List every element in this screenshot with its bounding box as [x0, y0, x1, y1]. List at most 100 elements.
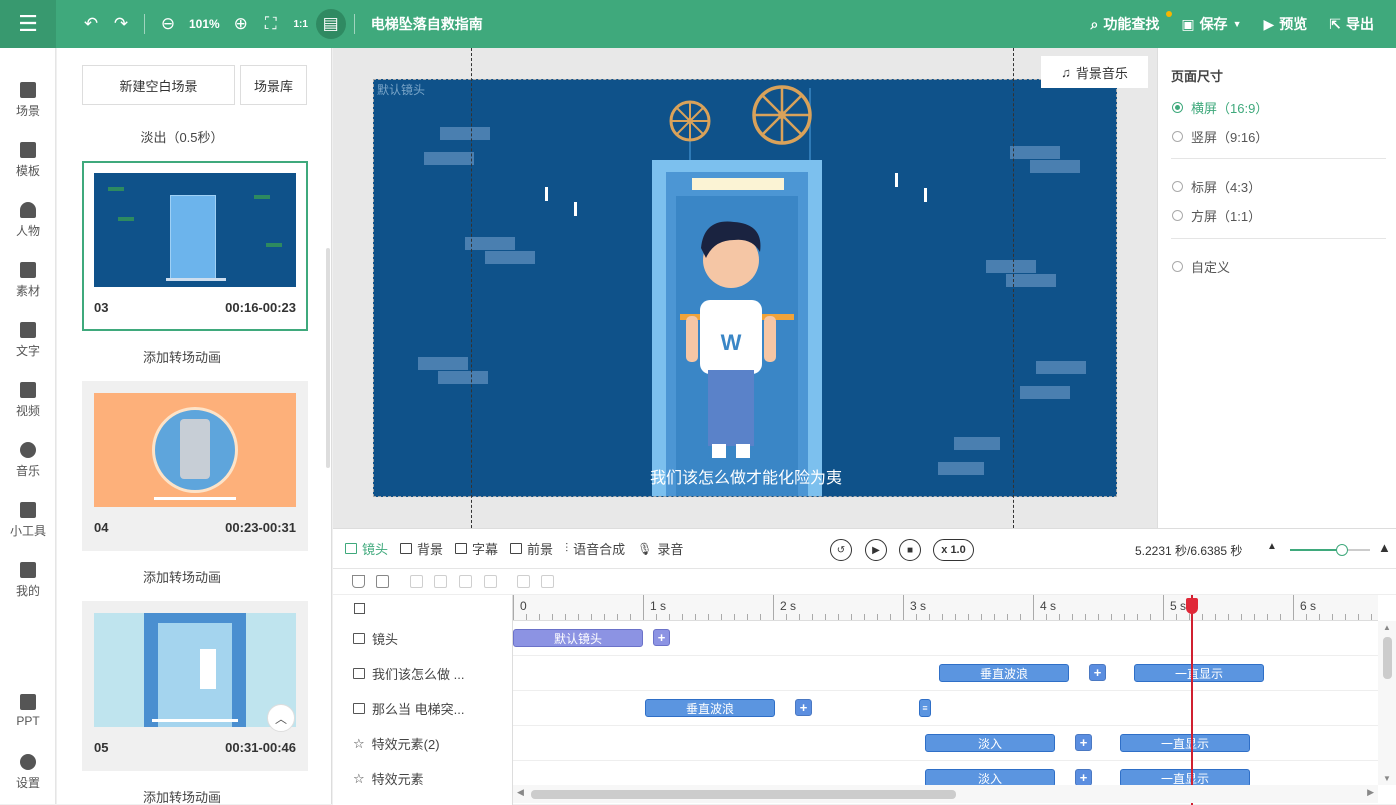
track-label-text-2[interactable]: 那么当 电梯突... [353, 691, 464, 726]
scroll-down-icon[interactable]: ▼ [1383, 774, 1391, 783]
scroll-right-icon[interactable]: ▶ [1367, 787, 1374, 798]
subtitle-caption[interactable]: 我们该怎么做才能化险为夷 [374, 464, 1116, 488]
transition-label[interactable]: 淡出（0.5秒） [57, 127, 307, 146]
feature-search-button[interactable]: ⌕ 功能查找 [1090, 11, 1173, 34]
clip-always-show[interactable]: 一直显示 [1120, 734, 1250, 752]
radio-portrait[interactable]: 竖屏（9:16） [1172, 127, 1268, 146]
background-music-button[interactable]: ♫ 背景音乐 [1041, 56, 1148, 88]
tab-background[interactable]: 背景 [400, 539, 443, 558]
track-label-text-1[interactable]: 我们该怎么做 ... [353, 656, 464, 691]
nav-mine[interactable]: 我的 [0, 562, 56, 599]
add-clip-button[interactable]: + [1075, 769, 1092, 786]
scene-card[interactable]: 04 00:23-00:31 [82, 381, 308, 551]
track-label-effect[interactable]: ☆ 特效元素 [353, 761, 424, 796]
undo-icon[interactable]: ↶ [76, 9, 106, 39]
nav-text[interactable]: 文字 [0, 322, 56, 359]
nav-scene[interactable]: 场景 [0, 82, 56, 119]
scroll-up-icon[interactable]: ▲ [1383, 623, 1391, 632]
timeline-ruler[interactable]: 0 1 s 2 s 3 s 4 s 5 s 6 s [513, 595, 1378, 621]
tab-tts[interactable]: ⫶ 语音合成 [565, 539, 625, 558]
nav-material[interactable]: 素材 [0, 262, 56, 299]
horizontal-scrollbar[interactable]: ◀ ▶ [513, 785, 1378, 803]
track-label-camera[interactable]: 镜头 [353, 621, 398, 656]
nav-tools[interactable]: 小工具 [0, 502, 56, 539]
zoom-in-icon[interactable]: ⊕ [226, 9, 256, 39]
scene-library-button[interactable]: 场景库 [240, 65, 307, 105]
save-label: 保存 [1199, 16, 1228, 32]
ruler-tick [1111, 614, 1112, 620]
track-layout-icon[interactable] [354, 603, 365, 614]
clip-always-show[interactable]: 一直显示 [1134, 664, 1264, 682]
scene-card[interactable]: 05 00:31-00:46 ︿ [82, 601, 308, 771]
zoom-out-icon[interactable]: ⊖ [153, 9, 183, 39]
tab-record[interactable]: 🎙 录音 [637, 539, 683, 558]
add-clip-button[interactable]: + [653, 629, 670, 646]
zoom-slider-knob[interactable] [1336, 544, 1348, 556]
menu-icon[interactable]: ☰ [0, 0, 56, 48]
stage-canvas[interactable]: 默认镜头 W 我们该怎么做才能化险为夷 [373, 79, 1117, 497]
radio-square[interactable]: 方屏（1:1） [1172, 206, 1261, 225]
actual-size-icon[interactable]: 1:1 [286, 9, 316, 39]
add-clip-button[interactable]: + [1075, 734, 1092, 751]
distribute-icon[interactable] [484, 575, 497, 588]
tab-camera[interactable]: 镜头 [345, 539, 388, 558]
new-blank-scene-button[interactable]: 新建空白场景 [82, 65, 235, 105]
ungroup-icon[interactable] [541, 575, 554, 588]
save-button[interactable]: ▣ 保存 ▼ [1181, 14, 1241, 34]
tab-subtitle[interactable]: 字幕 [455, 539, 498, 558]
scene-card[interactable]: 03 00:16-00:23 [82, 161, 308, 331]
layer-icon[interactable] [376, 575, 389, 588]
fullscreen-icon[interactable]: ⛶ [256, 9, 286, 39]
group-icon[interactable] [517, 575, 530, 588]
add-clip-button[interactable]: + [1089, 664, 1106, 681]
zoom-in-timeline-icon[interactable]: ▲ [1378, 540, 1391, 555]
scroll-up-button[interactable]: ︿ [267, 704, 295, 732]
align-right-icon[interactable] [459, 575, 472, 588]
speed-button[interactable]: x 1.0 [933, 539, 974, 561]
radio-landscape[interactable]: 横屏（16:9） [1172, 98, 1268, 117]
nav-settings[interactable]: 设置 [0, 754, 56, 791]
add-transition-link[interactable]: 添加转场动画 [57, 347, 307, 366]
preview-button[interactable]: ▶ 预览 [1263, 14, 1307, 34]
add-transition-link[interactable]: 添加转场动画 [57, 567, 307, 586]
clip-fade-in[interactable]: 淡入 [925, 734, 1055, 752]
ruler-tick [1046, 614, 1047, 620]
subtitle-toggle-icon[interactable]: ▤ [315, 9, 346, 39]
clip-vertical-wave[interactable]: 垂直波浪 [939, 664, 1069, 682]
clip-marker-icon[interactable]: ≡ [919, 699, 931, 717]
radio-custom[interactable]: 自定义 [1172, 257, 1230, 276]
stop-button[interactable]: ■ [899, 539, 921, 561]
add-clip-button[interactable]: + [795, 699, 812, 716]
ruler-tick [1033, 595, 1034, 620]
clip-default-camera[interactable]: 默认镜头 [513, 629, 643, 647]
playhead-line[interactable] [1191, 595, 1193, 805]
nav-music[interactable]: 音乐 [0, 442, 56, 479]
scene-scrollbar[interactable] [326, 248, 330, 468]
nav-video[interactable]: 视频 [0, 382, 56, 419]
ruler-tick [747, 614, 748, 620]
radio-standard[interactable]: 标屏（4:3） [1172, 177, 1261, 196]
track-label-text: 镜头 [372, 632, 399, 647]
track-label-effect-2[interactable]: ☆ 特效元素(2) [353, 726, 440, 761]
clip-vertical-wave[interactable]: 垂直波浪 [645, 699, 775, 717]
vertical-scroll-thumb[interactable] [1383, 637, 1392, 679]
nav-character[interactable]: 人物 [0, 202, 56, 239]
timeline-zoom-slider[interactable] [1290, 544, 1370, 556]
tab-foreground[interactable]: 前景 [510, 539, 553, 558]
redo-icon[interactable]: ↷ [106, 9, 136, 39]
playhead-handle[interactable] [1186, 598, 1198, 614]
filter-icon[interactable] [352, 575, 365, 588]
vertical-scrollbar[interactable]: ▲ ▼ [1378, 621, 1396, 785]
export-button[interactable]: ⇱ 导出 [1329, 14, 1374, 34]
zoom-out-timeline-icon[interactable]: ▲ [1267, 541, 1277, 552]
nav-template[interactable]: 模板 [0, 142, 56, 179]
align-left-icon[interactable] [410, 575, 423, 588]
nav-ppt[interactable]: PPT [0, 694, 56, 728]
scroll-left-icon[interactable]: ◀ [517, 787, 524, 798]
horizontal-scroll-thumb[interactable] [531, 790, 956, 799]
ruler-tick [1059, 614, 1060, 620]
play-button[interactable]: ▶ [865, 539, 887, 561]
replay-button[interactable]: ↺ [830, 539, 852, 561]
add-transition-link[interactable]: 添加转场动画 [57, 787, 307, 804]
align-center-icon[interactable] [434, 575, 447, 588]
